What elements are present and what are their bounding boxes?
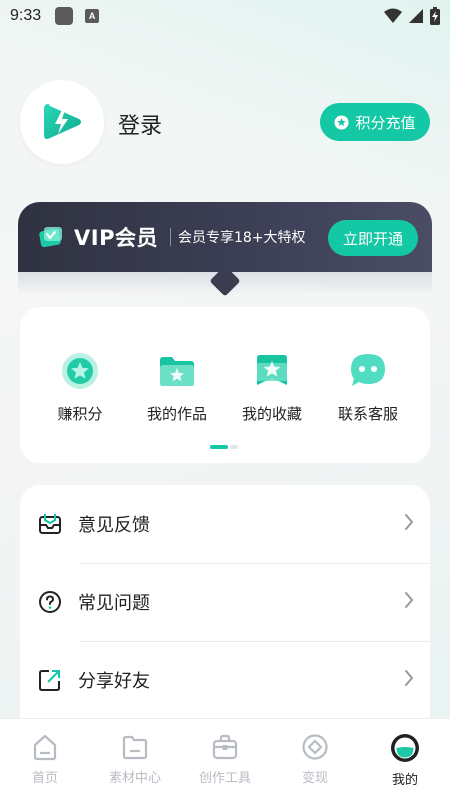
- quick-action-label: 我的收藏: [241, 405, 302, 423]
- profile-page: 9:33 A 登录 积分充值 VIP会员 会员专享18+大特权 立即开通 赚积分…: [0, 0, 450, 800]
- menu-item-label: 分享好友: [78, 671, 150, 692]
- menu-item-share[interactable]: 分享好友: [20, 641, 430, 719]
- question-icon: [39, 591, 61, 613]
- nav-tab-creation-tools[interactable]: 创作工具: [180, 733, 270, 786]
- menu-item-label: 常见问题: [78, 593, 150, 614]
- nav-tab-label: 首页: [31, 771, 58, 786]
- status-indicators: [384, 7, 440, 25]
- page-dot-inactive: [230, 445, 238, 449]
- nav-tab-mine[interactable]: 我的: [360, 733, 450, 788]
- cell-signal-icon: [409, 9, 423, 23]
- quick-action-earn-points[interactable]: 赚积分: [35, 351, 125, 424]
- favorites-star-icon: [257, 355, 287, 385]
- chevron-right-icon: [405, 592, 414, 608]
- quick-action-label: 我的作品: [146, 405, 207, 423]
- points-recharge-label: 积分充值: [355, 113, 416, 132]
- login-link[interactable]: 登录: [118, 108, 162, 140]
- vip-title: VIP会员: [74, 226, 158, 250]
- battery-icon: [430, 7, 440, 25]
- home-icon: [33, 734, 57, 761]
- nav-tab-label: 素材中心: [108, 771, 161, 786]
- toolbox-icon: [212, 734, 238, 760]
- folder-icon: [122, 735, 148, 760]
- menu-item-faq[interactable]: 常见问题: [20, 563, 430, 641]
- nav-tab-materials[interactable]: 素材中心: [90, 733, 180, 786]
- folder-star-icon: [160, 357, 194, 386]
- feedback-icon: [39, 514, 61, 534]
- app-notification-icon: [55, 7, 74, 25]
- vip-open-button[interactable]: 立即开通: [328, 220, 418, 256]
- points-recharge-button[interactable]: 积分充值: [320, 103, 430, 141]
- profile-face-icon: [391, 734, 419, 762]
- quick-action-label: 赚积分: [57, 405, 103, 423]
- diamond-icon: [302, 734, 328, 760]
- points-star-icon: [334, 114, 350, 130]
- vip-description: 会员专享18+大特权: [177, 230, 306, 246]
- nav-tab-label: 创作工具: [198, 771, 251, 786]
- status-bar: 9:33 A: [0, 0, 450, 32]
- nav-tab-label: 我的: [391, 773, 418, 788]
- menu-item-feedback[interactable]: 意见反馈: [20, 485, 430, 563]
- vip-banner[interactable]: VIP会员 会员专享18+大特权 立即开通: [18, 202, 432, 272]
- quick-action-customer-service[interactable]: 联系客服: [323, 351, 413, 424]
- chevron-right-icon: [405, 514, 414, 530]
- quick-action-my-favorites[interactable]: 我的收藏: [227, 351, 317, 424]
- page-dot-active: [210, 445, 228, 449]
- wifi-icon: [384, 8, 402, 23]
- nav-tab-monetize[interactable]: 变现: [270, 733, 360, 786]
- share-icon: [39, 670, 60, 691]
- quick-actions-page-indicator: [210, 445, 238, 449]
- bottom-navigation: 首页 素材中心 创作工具 变现 我的: [0, 718, 450, 800]
- vip-divider: [169, 228, 171, 246]
- a-badge-icon: A: [85, 9, 100, 23]
- star-badge-icon: [62, 353, 98, 389]
- quick-action-label: 联系客服: [337, 405, 398, 423]
- app-logo-icon: [44, 104, 81, 139]
- status-time: 9:33: [10, 7, 42, 24]
- chevron-right-icon: [405, 670, 414, 686]
- nav-tab-home[interactable]: 首页: [0, 733, 90, 786]
- menu-item-label: 意见反馈: [78, 515, 150, 536]
- chat-bubble-icon: [351, 354, 385, 386]
- quick-actions-card: 赚积分 我的作品 我的收藏 联系客服: [20, 307, 430, 463]
- avatar[interactable]: [20, 80, 104, 164]
- quick-action-my-works[interactable]: 我的作品: [132, 351, 222, 424]
- vip-crown-icon: [39, 227, 62, 248]
- nav-tab-label: 变现: [301, 771, 328, 786]
